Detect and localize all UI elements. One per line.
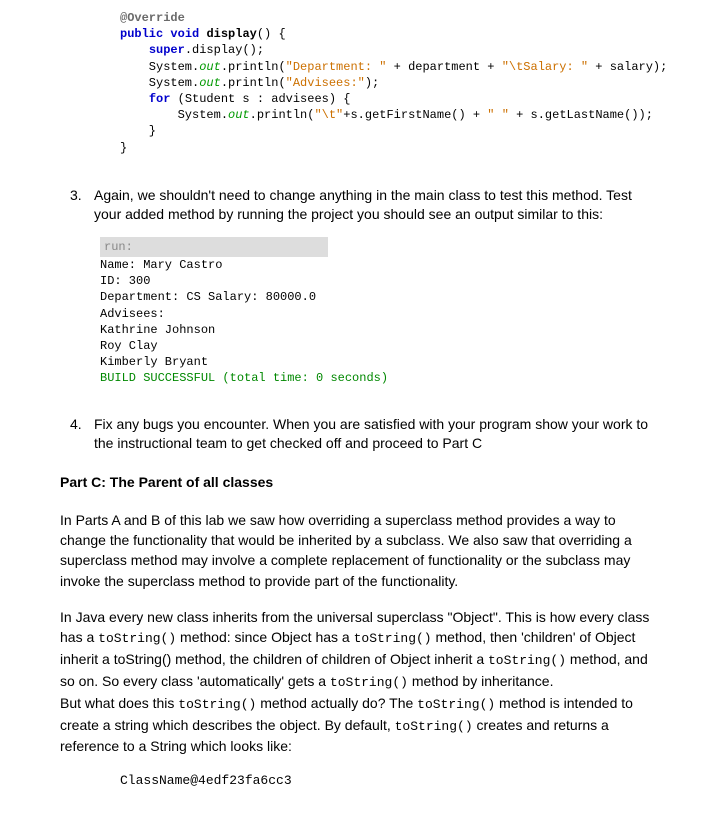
- list-item-4: 4. Fix any bugs you encounter. When you …: [70, 415, 654, 454]
- code-text: + department +: [386, 60, 501, 74]
- list-item-3: 3. Again, we shouldn't need to change an…: [70, 186, 654, 225]
- output-build-successful: BUILD SUCCESSFUL (total time: 0 seconds): [100, 370, 654, 386]
- code-text: .display();: [185, 43, 264, 57]
- code-text: }: [120, 141, 127, 155]
- kw-for: for: [149, 92, 171, 106]
- output-line: Department: CS Salary: 80000.0: [100, 289, 654, 305]
- list-body: Again, we shouldn't need to change anyth…: [94, 186, 654, 225]
- kw-public: public: [120, 27, 163, 41]
- java-code-block: @Override public void display() { super.…: [120, 10, 654, 156]
- code-inline: toString(): [98, 631, 176, 646]
- list-body: Fix any bugs you encounter. When you are…: [94, 415, 654, 454]
- output-line: ID: 300: [100, 273, 654, 289]
- code-text: + salary);: [588, 60, 667, 74]
- code-inline: toString(): [488, 653, 566, 668]
- code-text: () {: [257, 27, 286, 41]
- code-inline: toString(): [354, 631, 432, 646]
- output-line: Advisees:: [100, 306, 654, 322]
- code-text: );: [365, 76, 379, 90]
- code-text: System.: [120, 108, 228, 122]
- kw-super: super: [149, 43, 185, 57]
- classname-example: ClassName@4edf23fa6cc3: [120, 773, 654, 788]
- code-text: .println(: [221, 76, 286, 90]
- output-line: Kimberly Bryant: [100, 354, 654, 370]
- field-out: out: [199, 76, 221, 90]
- text: method by inheritance.: [408, 673, 554, 689]
- string-literal: "Advisees:": [286, 76, 365, 90]
- string-literal: "Department: ": [286, 60, 387, 74]
- output-line: Name: Mary Castro: [100, 257, 654, 273]
- code-inline: toString(): [330, 675, 408, 690]
- output-line: Roy Clay: [100, 338, 654, 354]
- output-run-label: run:: [100, 237, 328, 257]
- code-text: .println(: [250, 108, 315, 122]
- field-out: out: [228, 108, 250, 122]
- code-text: System.: [120, 76, 199, 90]
- code-text: +s.getFirstName() +: [343, 108, 487, 122]
- code-text: }: [120, 124, 156, 138]
- string-literal: " ": [487, 108, 509, 122]
- part-c-heading: Part C: The Parent of all classes: [60, 474, 654, 490]
- string-literal: "\t": [314, 108, 343, 122]
- code-text: System.: [120, 60, 199, 74]
- string-literal: "\tSalary: ": [502, 60, 588, 74]
- kw-void: void: [170, 27, 199, 41]
- paragraph: In Parts A and B of this lab we saw how …: [60, 510, 654, 591]
- text: method actually do? The: [256, 695, 417, 711]
- code-text: + s.getLastName());: [509, 108, 653, 122]
- output-line: Kathrine Johnson: [100, 322, 654, 338]
- code-inline: toString(): [417, 697, 495, 712]
- field-out: out: [199, 60, 221, 74]
- console-output: run: Name: Mary Castro ID: 300 Departmen…: [100, 237, 654, 387]
- code-inline: toString(): [395, 719, 473, 734]
- list-number: 4.: [70, 415, 94, 454]
- text: method: since Object has a: [176, 629, 353, 645]
- code-inline: toString(): [178, 697, 256, 712]
- method-name: display: [206, 27, 256, 41]
- code-text: .println(: [221, 60, 286, 74]
- list-number: 3.: [70, 186, 94, 225]
- text: But what does this: [60, 695, 178, 711]
- paragraph: In Java every new class inherits from th…: [60, 607, 654, 757]
- annotation: @Override: [120, 11, 185, 25]
- code-text: (Student s : advisees) {: [170, 92, 350, 106]
- document-page: @Override public void display() { super.…: [0, 0, 714, 818]
